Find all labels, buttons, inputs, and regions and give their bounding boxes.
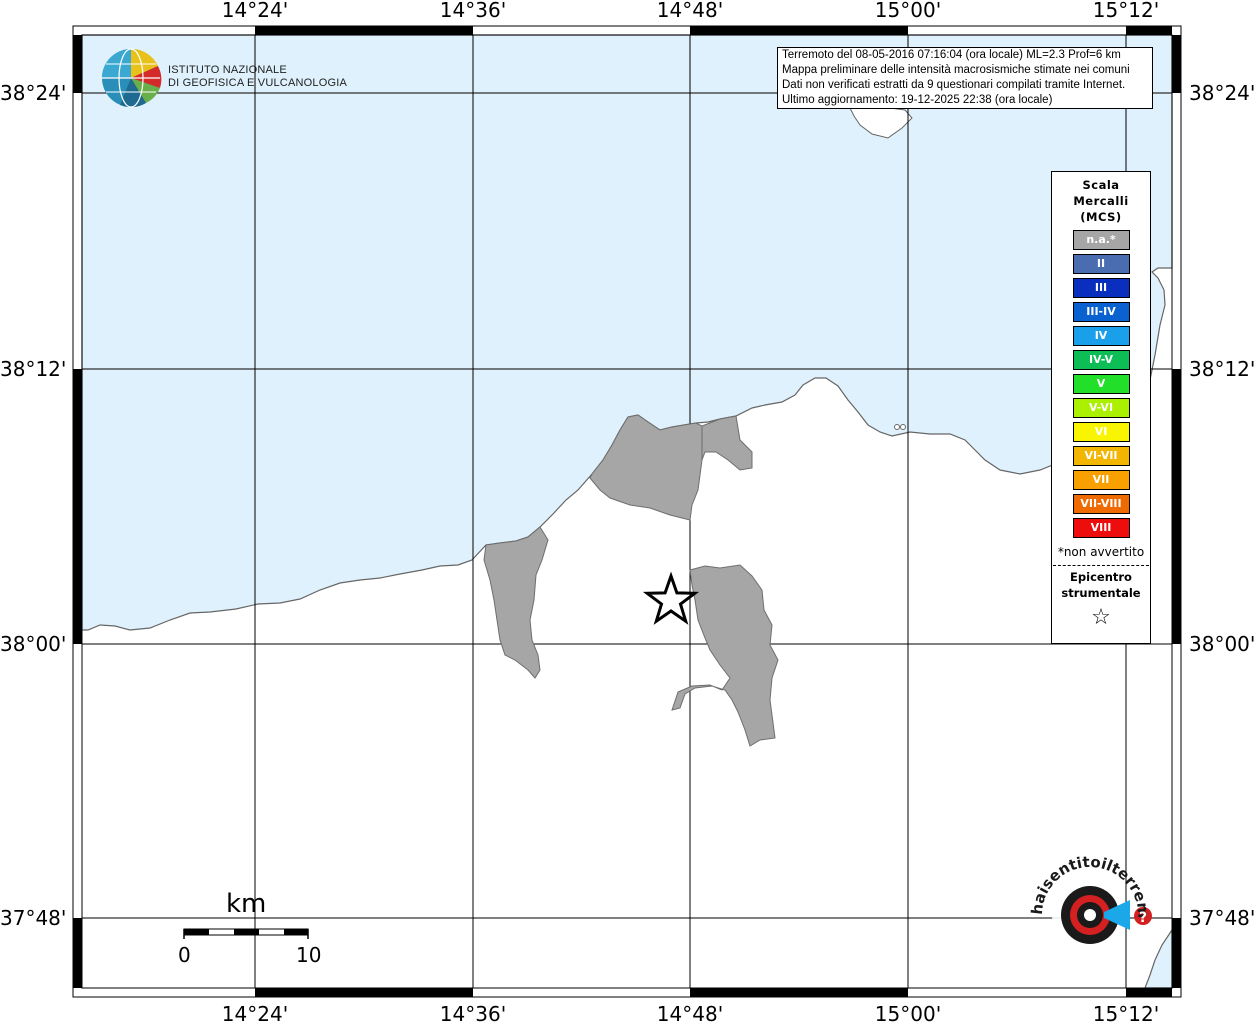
logo-line: DI GEOFISICA E VULCANOLOGIA: [168, 77, 347, 89]
lon-label-bottom: 14°36': [439, 1002, 507, 1026]
scale-start-label: 0: [178, 943, 191, 967]
legend-item: VIII: [1072, 518, 1130, 538]
legend-item: III: [1072, 278, 1130, 298]
legend-divider: [1053, 565, 1149, 566]
islet-small: [900, 424, 906, 430]
info-line: Terremoto del 08-05-2016 07:16:04 (ora l…: [782, 49, 1121, 61]
lon-label-bottom: 14°24': [221, 1002, 289, 1026]
lon-label-bottom: 15°00': [874, 1002, 942, 1026]
haisentito-question-icon: ?: [1139, 910, 1147, 926]
legend-item: IV: [1072, 326, 1130, 346]
info-line: Ultimo aggiornamento: 19-12-2025 22:38 (…: [782, 94, 1053, 106]
lon-label-top: 14°24': [221, 0, 289, 22]
legend-item: VII: [1072, 470, 1130, 490]
info-line: Mappa preliminare delle intensità macros…: [782, 64, 1130, 76]
legend-item: V: [1072, 374, 1130, 394]
legend-item: n.a.*: [1072, 230, 1130, 250]
islet-small: [894, 424, 900, 430]
legend-item: VII-VIII: [1072, 494, 1130, 514]
event-info-box: Terremoto del 08-05-2016 07:16:04 (ora l…: [777, 47, 1153, 109]
intensity-legend: Scala Mercalli (MCS) n.a.* II III III-IV IV I…: [1051, 171, 1151, 644]
lat-label-left: 38°12': [0, 357, 67, 381]
legend-star-icon: ☆: [1091, 605, 1111, 630]
legend-item: III-IV: [1072, 302, 1130, 322]
lon-label-top: 15°12': [1092, 0, 1160, 22]
lat-label-right: 38°12': [1189, 357, 1254, 381]
lon-label-bottom: 14°48': [656, 1002, 724, 1026]
lat-label-right: 37°48': [1189, 906, 1254, 930]
legend-item: IV-V: [1072, 350, 1130, 370]
legend-title-line: Scala: [1082, 178, 1120, 192]
legend-epicenter-label: Epicentro strumentale: [1052, 569, 1150, 601]
lat-label-left: 38°00': [0, 632, 67, 656]
logo-line: ISTITUTO NAZIONALE: [168, 64, 287, 76]
legend-epicenter-line: Epicentro: [1070, 570, 1132, 584]
lon-label-top: 14°48': [656, 0, 724, 22]
legend-title-line: Mercalli: [1073, 194, 1129, 208]
lat-label-right: 38°00': [1189, 632, 1254, 656]
legend-item: VI-VII: [1072, 446, 1130, 466]
legend-title-line: (MCS): [1080, 210, 1122, 224]
lon-label-top: 15°00': [874, 0, 942, 22]
info-line: Dati non verificati estratti da 9 questi…: [782, 79, 1126, 91]
legend-title: Scala Mercalli (MCS): [1052, 177, 1150, 225]
legend-items: n.a.* II III III-IV IV IV-V V V-VI VI VI-VII VII VI…: [1052, 230, 1150, 538]
legend-item: VI: [1072, 422, 1130, 442]
lon-label-top: 14°36': [439, 0, 507, 22]
lat-label-right: 38°24': [1189, 81, 1254, 105]
lat-label-left: 37°48': [0, 906, 67, 930]
scale-end-label: 10: [296, 943, 322, 967]
legend-item: V-VI: [1072, 398, 1130, 418]
scale-unit-label: km: [226, 889, 267, 919]
lon-label-bottom: 15°12': [1092, 1002, 1160, 1026]
legend-item: II: [1072, 254, 1130, 274]
lat-label-left: 38°24': [0, 81, 67, 105]
legend-epicenter-line: strumentale: [1061, 586, 1141, 600]
ingv-logo-text: ISTITUTO NAZIONALE DI GEOFISICA E VULCAN…: [168, 64, 347, 90]
legend-note: *non avvertito: [1057, 545, 1145, 559]
